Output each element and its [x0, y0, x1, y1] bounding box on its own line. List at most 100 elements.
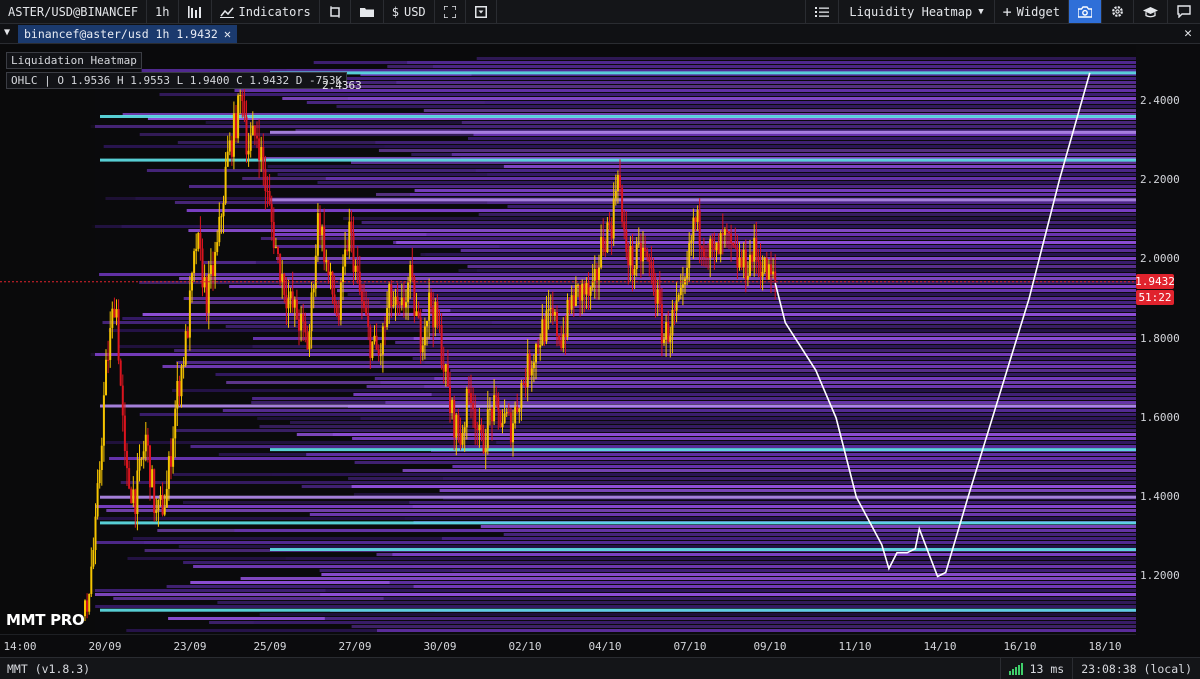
candle-body	[625, 230, 628, 253]
close-panel-icon[interactable]: ✕	[1184, 26, 1192, 41]
layout-label: Liquidity Heatmap	[849, 4, 973, 19]
time-tick: 04/10	[588, 640, 622, 653]
settings-button[interactable]	[1102, 0, 1134, 23]
candle-body	[102, 395, 105, 446]
candle-body	[593, 269, 596, 281]
chart-area[interactable]: Liquidation Heatmap OHLC | O 1.9536 H 1.…	[0, 45, 1200, 657]
candle-body	[195, 248, 198, 251]
candle-body	[411, 264, 414, 278]
indicators-label: Indicators	[238, 4, 311, 19]
plus-icon: +	[1002, 2, 1012, 21]
candle-body	[543, 319, 546, 342]
status-bar: MMT (v1.8.3) 13 ms 23:08:38 (local)	[0, 657, 1200, 679]
candle-body	[587, 282, 590, 296]
heat-band	[127, 557, 1136, 560]
object-list-button[interactable]	[806, 0, 840, 23]
chart-type-button[interactable]	[179, 0, 212, 23]
price-axis[interactable]: 1.2000 1.4000 1.6000 1.8000 2.0000 2.2000 2.40…	[1135, 45, 1200, 657]
candle-body	[770, 264, 772, 275]
liquidity-level	[100, 158, 1136, 162]
indicators-button[interactable]: Indicators	[212, 0, 320, 23]
time-tick: 16/10	[1003, 640, 1037, 653]
interval-selector[interactable]: 1h	[147, 0, 179, 23]
candle-body	[396, 296, 399, 305]
candle-body	[182, 364, 185, 367]
heat-band	[431, 393, 1136, 396]
layout-selector[interactable]: Liquidity Heatmap ▼	[839, 0, 995, 23]
candle-body	[639, 243, 642, 262]
heat-band	[476, 57, 1136, 60]
candle-body	[109, 327, 112, 360]
candle-body	[272, 222, 275, 248]
candle-body	[407, 282, 410, 303]
heat-band	[434, 377, 1136, 380]
candle-body	[730, 233, 733, 243]
heat-band	[234, 529, 1136, 532]
academy-button[interactable]	[1134, 0, 1168, 23]
academy-icon	[1143, 6, 1158, 17]
candle-body	[574, 285, 577, 307]
gear-icon	[1112, 6, 1123, 17]
candle-body	[339, 281, 342, 321]
heat-band	[499, 245, 1136, 248]
candle-body	[253, 125, 256, 136]
chat-button[interactable]	[1168, 0, 1200, 23]
heat-band	[348, 477, 1136, 480]
time-tick: 14:00	[3, 640, 37, 653]
heat-band	[354, 461, 1136, 464]
crop-icon	[330, 5, 340, 18]
liquidation-heatmap[interactable]	[0, 45, 1136, 634]
candle-body	[251, 125, 254, 136]
chart-legend: Liquidation Heatmap OHLC | O 1.9536 H 1.…	[6, 52, 348, 89]
heat-band	[186, 209, 1136, 212]
close-icon[interactable]: ✕	[224, 27, 231, 41]
candle-body	[165, 488, 168, 508]
open-layout-button[interactable]	[351, 0, 384, 23]
time-tick: 30/09	[423, 640, 457, 653]
candle-body	[545, 310, 548, 342]
candle-body	[518, 408, 521, 412]
candle-body	[157, 499, 160, 511]
indicator-name[interactable]: Liquidation Heatmap	[6, 52, 142, 69]
candle-body	[245, 116, 248, 155]
add-widget-button[interactable]: + Widget	[995, 0, 1069, 23]
triangle-down-icon[interactable]: ▼	[4, 27, 10, 38]
currency-selector[interactable]: $ USD	[384, 0, 435, 23]
symbol-label: ASTER/USD@BINANCEF	[8, 4, 139, 19]
candle-body	[512, 423, 514, 443]
candle-body	[493, 395, 496, 422]
tab-chart[interactable]: binancef@aster/usd 1h 1.9432 ✕	[18, 25, 238, 43]
heat-band	[162, 365, 1136, 368]
screenshot-button[interactable]	[1069, 0, 1102, 23]
candle-body	[149, 445, 151, 488]
time-tick: 02/10	[508, 640, 542, 653]
symbol-selector[interactable]: ASTER/USD@BINANCEF	[0, 0, 148, 23]
heat-band	[300, 305, 1136, 308]
fullscreen-button[interactable]	[435, 0, 466, 23]
heat-band	[413, 337, 1136, 340]
candle-body	[287, 298, 290, 309]
candle-body	[218, 216, 221, 243]
time-tick: 07/10	[673, 640, 707, 653]
heat-band	[378, 149, 1136, 152]
heat-band	[190, 445, 1136, 448]
time-axis[interactable]: 14:00 20/09 23/09 25/09 27/09 30/09 02/10 04/10…	[0, 634, 1136, 657]
candle-body	[264, 169, 267, 191]
candle-body	[637, 243, 640, 245]
heat-band	[343, 217, 1136, 220]
candle-body	[249, 135, 252, 151]
candle-body	[224, 166, 227, 203]
candle-body	[373, 335, 376, 342]
heat-band	[174, 201, 1136, 204]
candle-body	[381, 326, 384, 355]
liquidity-level	[100, 404, 1136, 408]
candle-body	[96, 483, 99, 517]
candle-body	[719, 233, 722, 255]
candle-body	[723, 229, 726, 235]
candle-body	[216, 242, 219, 252]
candle-body	[390, 284, 393, 307]
candle-body	[444, 364, 447, 372]
crop-button[interactable]	[320, 0, 351, 23]
dropdown-button[interactable]	[466, 0, 497, 23]
candle-body	[505, 412, 508, 414]
